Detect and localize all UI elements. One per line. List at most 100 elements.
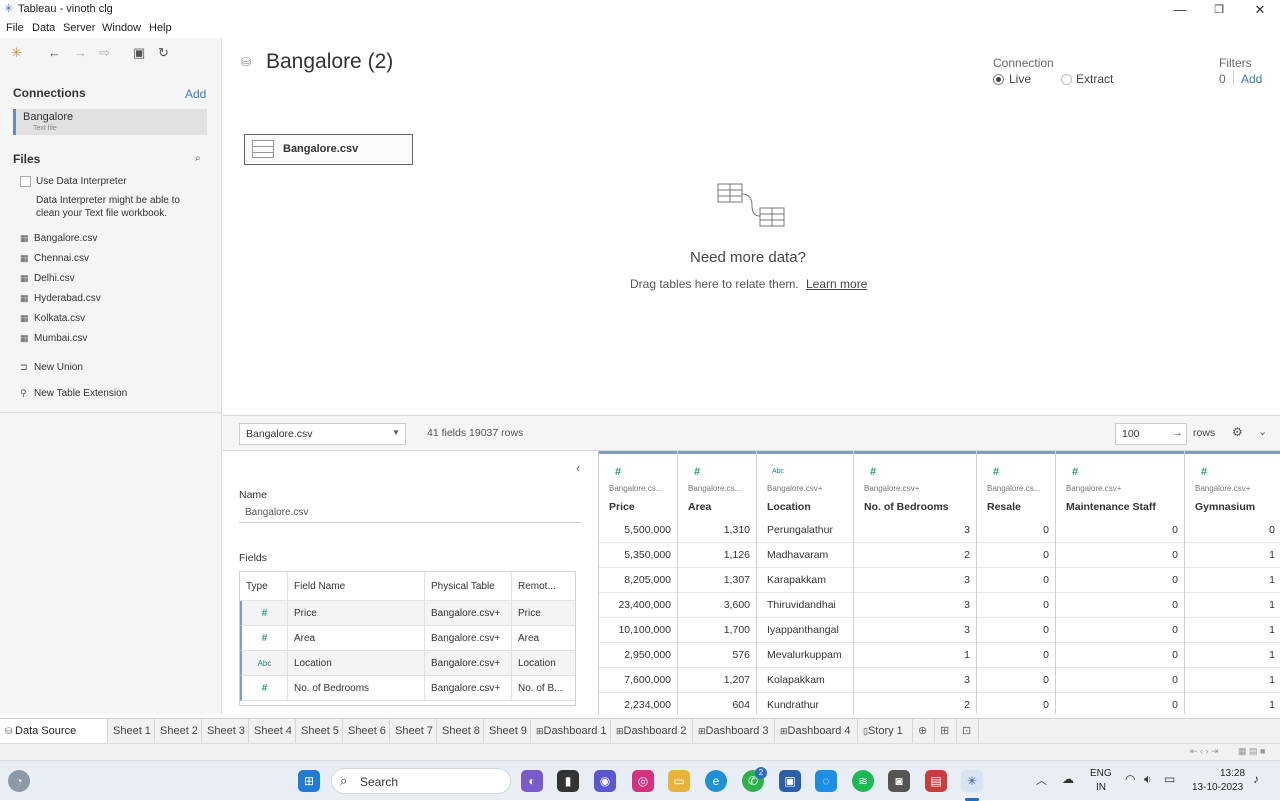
- grid-cell[interactable]: 8,205,000: [599, 568, 677, 593]
- search-icon[interactable]: ⌕: [195, 153, 201, 164]
- grid-cell[interactable]: 3: [854, 618, 976, 643]
- language-code[interactable]: ENG: [1090, 768, 1112, 779]
- grid-cell[interactable]: 5,350,000: [599, 543, 677, 568]
- weather-icon[interactable]: ◔: [8, 770, 30, 792]
- grid-cell[interactable]: 1,307: [678, 568, 756, 593]
- header-physical-table[interactable]: Physical Table: [425, 572, 512, 601]
- grid-cell[interactable]: 1,310: [678, 518, 756, 543]
- data-grid[interactable]: # Bangalore.cs... Price 5,500,000 5,350,…: [598, 451, 1280, 714]
- refresh-icon[interactable]: ↻: [158, 45, 169, 61]
- grid-cell[interactable]: 0: [977, 643, 1055, 668]
- grid-cell[interactable]: 0: [977, 543, 1055, 568]
- grid-cell[interactable]: 1,207: [678, 668, 756, 693]
- grid-cell[interactable]: 0: [977, 668, 1055, 693]
- grid-cell[interactable]: 0: [1056, 518, 1184, 543]
- learn-more-link[interactable]: Learn more: [806, 277, 867, 291]
- string-type-icon[interactable]: Abc: [772, 468, 784, 475]
- column-header[interactable]: # Bangalore.csv+ Gymnasium: [1185, 451, 1280, 518]
- camera-icon[interactable]: ◙: [888, 770, 910, 792]
- datasource-title[interactable]: Bangalore (2): [266, 50, 393, 74]
- redo-icon[interactable]: →: [74, 45, 87, 60]
- language-region[interactable]: IN: [1096, 782, 1106, 793]
- clock-time[interactable]: 13:28: [1220, 768, 1245, 779]
- tab-dashboard-1[interactable]: ⊞Dashboard 1: [531, 719, 611, 744]
- new-sheet-icon[interactable]: ⊕: [913, 719, 935, 744]
- field-row[interactable]: Abc Location Bangalore.csv+ Location: [240, 651, 575, 676]
- tab-sheet-6[interactable]: Sheet 6: [343, 719, 390, 744]
- number-type-icon[interactable]: #: [694, 466, 700, 478]
- spotify-icon[interactable]: ≋: [852, 770, 874, 792]
- file-explorer-icon[interactable]: ▭: [668, 770, 690, 792]
- menu-help[interactable]: Help: [149, 22, 172, 34]
- grid-cell[interactable]: 2: [854, 693, 976, 714]
- new-table-extension-link[interactable]: ⚲ New Table Extension: [20, 388, 127, 399]
- battery-icon[interactable]: ▭: [1164, 772, 1175, 786]
- extract-radio[interactable]: [1061, 74, 1072, 85]
- grid-cell[interactable]: 0: [1056, 693, 1184, 714]
- field-row[interactable]: # Area Bangalore.csv+ Area: [240, 626, 575, 651]
- grid-cell[interactable]: 3,600: [678, 593, 756, 618]
- grid-cell[interactable]: 3: [854, 593, 976, 618]
- apply-arrow-icon[interactable]: →: [1172, 427, 1183, 439]
- tab-sheet-9[interactable]: Sheet 9: [484, 719, 531, 744]
- volume-icon[interactable]: 🔉︎: [1144, 772, 1152, 787]
- file-item[interactable]: ▦ Chennai.csv: [20, 253, 89, 264]
- taskbar-search[interactable]: ⌕ Search: [331, 768, 511, 794]
- new-union-link[interactable]: ⊐ New Union: [20, 362, 83, 373]
- field-row[interactable]: # No. of Bedrooms Bangalore.csv+ No. of …: [240, 676, 575, 701]
- table-chip[interactable]: Bangalore.csv: [244, 134, 413, 165]
- grid-cell[interactable]: 0: [1056, 568, 1184, 593]
- grid-cell[interactable]: 2: [854, 543, 976, 568]
- new-story-icon[interactable]: ⊡: [957, 719, 979, 744]
- grid-column-resale[interactable]: # Bangalore.cs... Resale 0 0 0 0 0 0 0 0: [977, 451, 1056, 714]
- tab-dashboard-3[interactable]: ⊞Dashboard 3: [693, 719, 775, 744]
- grid-column-area[interactable]: # Bangalore.cs... Area 1,310 1,126 1,307…: [678, 451, 757, 714]
- grid-cell[interactable]: 0: [1056, 643, 1184, 668]
- field-row[interactable]: # Price Bangalore.csv+ Price: [240, 601, 575, 626]
- menu-file[interactable]: File: [6, 22, 24, 34]
- number-type-icon[interactable]: #: [870, 466, 876, 478]
- grid-cell[interactable]: 2,234,000: [599, 693, 677, 714]
- relationship-canvas[interactable]: ⛁ Bangalore (2) Connection Live Extract …: [223, 38, 1280, 414]
- column-header[interactable]: Abc Bangalore.csv+ Location: [757, 451, 853, 518]
- store-icon[interactable]: ▣: [779, 770, 801, 792]
- file-item[interactable]: ▦ Mumbai.csv: [20, 333, 87, 344]
- tab-dashboard-2[interactable]: ⊞Dashboard 2: [611, 719, 693, 744]
- grid-cell[interactable]: 1: [1185, 668, 1280, 693]
- grid-cell[interactable]: 1: [1185, 568, 1280, 593]
- grid-cell[interactable]: 1: [1185, 593, 1280, 618]
- grid-column-price[interactable]: # Bangalore.cs... Price 5,500,000 5,350,…: [599, 451, 678, 714]
- tab-dashboard-4[interactable]: ⊞Dashboard 4: [775, 719, 858, 744]
- edge-icon[interactable]: e: [705, 770, 727, 792]
- grid-column-maintenance-staff[interactable]: # Bangalore.csv+ Maintenance Staff 0 0 0…: [1056, 451, 1185, 714]
- notification-bell-icon[interactable]: ♪: [1253, 772, 1259, 786]
- grid-column-location[interactable]: Abc Bangalore.csv+ Location Perungalathu…: [757, 451, 854, 714]
- grid-cell[interactable]: 1: [1185, 693, 1280, 714]
- restore-button[interactable]: ❐: [1199, 0, 1239, 20]
- number-type-icon[interactable]: #: [1072, 466, 1078, 478]
- grid-cell[interactable]: 1: [1185, 618, 1280, 643]
- grid-cell[interactable]: 0: [1056, 543, 1184, 568]
- grid-cell[interactable]: 3: [854, 668, 976, 693]
- grid-column-gymnasium[interactable]: # Bangalore.csv+ Gymnasium 0 1 1 1 1 1 1…: [1185, 451, 1280, 714]
- meet-icon[interactable]: ◉: [594, 770, 616, 792]
- grid-cell[interactable]: 576: [678, 643, 756, 668]
- grid-cell[interactable]: 0: [1056, 618, 1184, 643]
- grid-cell[interactable]: Perungalathur: [757, 518, 853, 543]
- onedrive-icon[interactable]: ☁: [1062, 772, 1074, 786]
- tab-data-source[interactable]: ⛁ Data Source: [0, 719, 108, 744]
- tab-sheet-3[interactable]: Sheet 3: [202, 719, 249, 744]
- header-type[interactable]: Type: [240, 572, 288, 601]
- grid-cell[interactable]: Kolapakkam: [757, 668, 853, 693]
- wifi-icon[interactable]: ◠: [1125, 772, 1135, 786]
- collapse-chevron-icon[interactable]: ⌄: [1258, 425, 1267, 438]
- grid-cell[interactable]: 604: [678, 693, 756, 714]
- grid-cell[interactable]: 1: [854, 643, 976, 668]
- grid-cell[interactable]: Mevalurkuppam: [757, 643, 853, 668]
- grid-cell[interactable]: 10,100,000: [599, 618, 677, 643]
- add-filter-link[interactable]: Add: [1241, 72, 1262, 86]
- chevron-up-icon[interactable]: ︿: [1036, 772, 1047, 788]
- app-icon-2[interactable]: ▤: [925, 770, 947, 792]
- grid-column-bedrooms[interactable]: # Bangalore.csv+ No. of Bedrooms 3 2 3 3…: [854, 451, 977, 714]
- column-header[interactable]: # Bangalore.cs... Area: [678, 451, 756, 518]
